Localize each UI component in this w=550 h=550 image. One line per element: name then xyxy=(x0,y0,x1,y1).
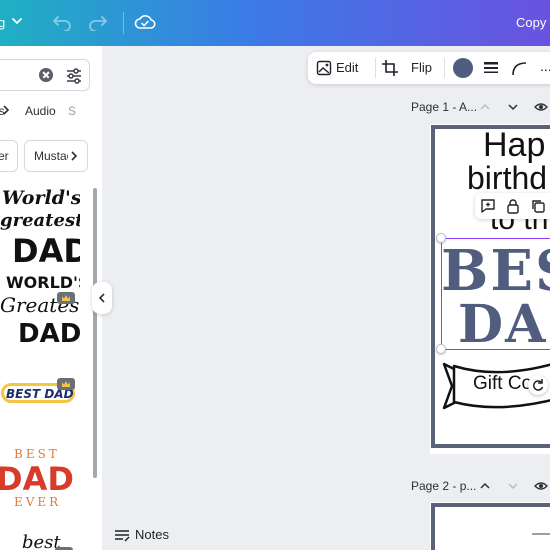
page-2-title[interactable]: Page 2 - p... xyxy=(411,479,476,493)
sticker-text: DAD xyxy=(18,319,80,349)
sticker-text: WORLD'S xyxy=(6,273,80,292)
panel-scrollbar[interactable] xyxy=(93,188,97,478)
resize-handle[interactable] xyxy=(436,344,446,354)
sticker-text: World's xyxy=(2,187,80,209)
duplicate-icon[interactable] xyxy=(530,198,546,214)
undo-icon[interactable] xyxy=(52,13,72,31)
copy-button[interactable]: Copy o xyxy=(516,15,550,30)
headline-line-2[interactable]: birthd xyxy=(467,162,550,194)
side-panel: os Audio S er Mustac World's greatest DA… xyxy=(0,46,102,550)
zoom-slider[interactable] xyxy=(532,533,550,535)
notes-icon xyxy=(115,530,130,542)
element-quick-actions xyxy=(475,193,550,219)
sticker-text: DAD xyxy=(12,232,80,268)
resize-handle[interactable] xyxy=(436,233,446,243)
hide-page-icon[interactable] xyxy=(534,100,548,114)
page-1-title[interactable]: Page 1 - A... xyxy=(411,100,477,114)
sticker-text: DAD xyxy=(0,460,74,498)
lock-icon[interactable] xyxy=(505,198,521,214)
close-icon[interactable] xyxy=(39,68,53,82)
flip-button[interactable]: Flip xyxy=(411,60,432,75)
chevron-down-icon[interactable] xyxy=(506,479,520,493)
chevron-up-icon[interactable] xyxy=(478,100,492,114)
element-toolbar: Edit Flip ... xyxy=(308,52,550,84)
category-tabs: os Audio S xyxy=(0,104,100,124)
tab-audio[interactable]: Audio xyxy=(25,104,56,118)
menu-label[interactable]: g xyxy=(0,15,5,30)
collapse-panel-button[interactable] xyxy=(92,282,112,314)
notes-label: Notes xyxy=(135,527,169,542)
chevron-down-icon[interactable] xyxy=(506,100,520,114)
sticker-text: BEST xyxy=(14,447,60,461)
color-swatch-button[interactable] xyxy=(453,58,473,78)
search-input[interactable] xyxy=(0,59,90,91)
sticker-text: greatest xyxy=(0,210,80,231)
tab-more[interactable]: S xyxy=(68,104,76,118)
filter-chip[interactable]: er xyxy=(0,140,18,172)
toolbar-divider xyxy=(123,12,124,34)
chevron-right-icon[interactable] xyxy=(68,149,80,163)
headline-line-1[interactable]: Hap xyxy=(483,128,550,162)
crop-icon[interactable] xyxy=(381,59,399,77)
premium-crown-icon xyxy=(57,292,75,304)
sliders-icon[interactable] xyxy=(65,67,83,85)
rotate-icon xyxy=(533,379,544,391)
cloud-check-icon[interactable] xyxy=(134,12,156,32)
selection-box xyxy=(441,238,550,350)
gift-card-text[interactable]: Gift Co xyxy=(473,373,532,395)
sticker-text: EVER xyxy=(14,495,61,508)
premium-crown-icon xyxy=(57,378,75,390)
toolbar-divider xyxy=(444,58,445,78)
top-bar: g Copy o xyxy=(0,0,550,46)
hide-page-icon[interactable] xyxy=(534,479,548,493)
chevron-up-icon[interactable] xyxy=(478,479,492,493)
line-weight-icon[interactable] xyxy=(483,60,499,76)
comment-add-icon[interactable] xyxy=(480,198,496,214)
chevron-left-icon xyxy=(98,293,105,303)
edit-button[interactable]: Edit xyxy=(336,60,358,75)
tab-videos[interactable]: os xyxy=(0,104,5,118)
more-options-button[interactable]: ... xyxy=(540,58,550,74)
chevron-down-icon[interactable] xyxy=(10,14,24,28)
toolbar-divider xyxy=(375,58,376,78)
corner-rounding-icon[interactable] xyxy=(511,60,527,76)
rotate-handle[interactable] xyxy=(528,375,548,395)
sticker-worlds-greatest-dad[interactable]: World's greatest DAD xyxy=(0,182,80,268)
sticker-best-dad-ever[interactable]: BEST DAD EVER xyxy=(0,446,80,508)
page-border-frame[interactable] xyxy=(431,503,550,550)
sticker-worlds-greatest-dad-2[interactable]: WORLD'S Greatest DAD xyxy=(0,270,80,350)
image-edit-icon[interactable] xyxy=(316,60,332,76)
redo-icon[interactable] xyxy=(88,13,108,31)
